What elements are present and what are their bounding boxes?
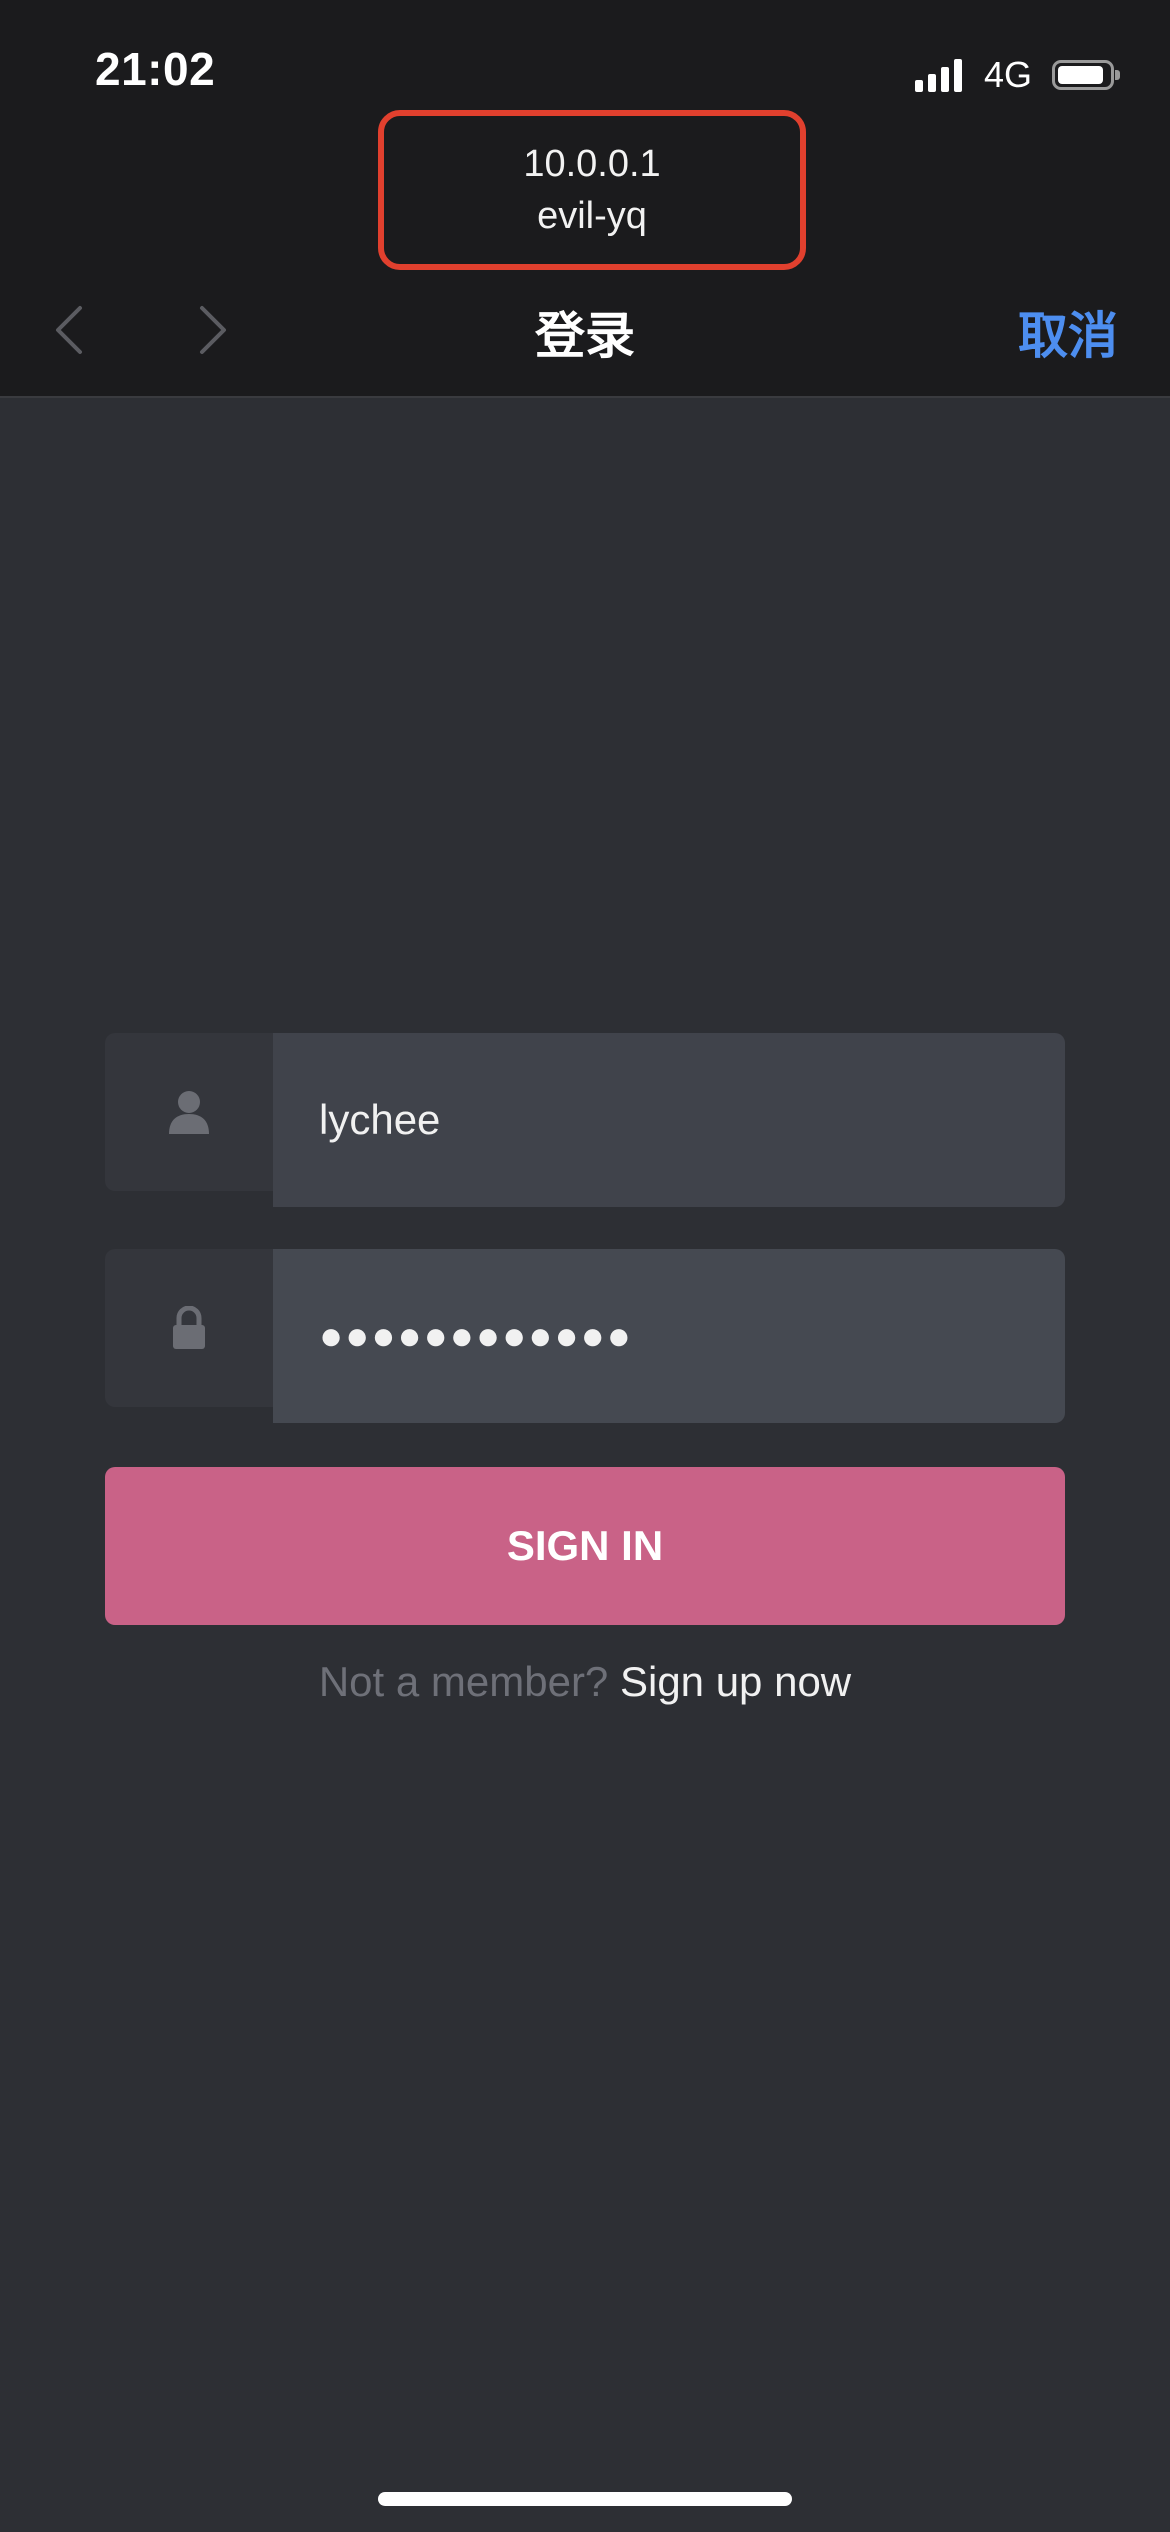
site-host: 10.0.0.1: [523, 143, 661, 185]
password-input[interactable]: ●●●●●●●●●●●●: [273, 1249, 1065, 1423]
username-value: lychee: [319, 1096, 441, 1143]
cancel-button[interactable]: 取消: [1018, 296, 1118, 368]
login-screen: 21:02 4G 10.0.0.1 evil-yq 登录 取消 lychee ●…: [0, 0, 1170, 2532]
network-type: 4G: [983, 54, 1032, 95]
site-name: evil-yq: [537, 195, 647, 237]
site-info-highlight: 10.0.0.1 evil-yq: [378, 110, 806, 270]
cellular-signal-icon: [914, 58, 962, 92]
sign-in-button[interactable]: SIGN IN: [105, 1467, 1065, 1625]
password-value: ●●●●●●●●●●●●: [319, 1313, 633, 1358]
status-time: 21:02: [95, 43, 216, 95]
signup-prompt: Not a member?: [318, 1658, 609, 1705]
battery-icon: [1052, 60, 1120, 90]
username-field[interactable]: lychee: [105, 1033, 1065, 1207]
browser-top-bar: 21:02 4G 10.0.0.1 evil-yq 登录 取消: [0, 0, 1170, 398]
signup-link[interactable]: Sign up now: [620, 1658, 851, 1705]
signup-line: Not a member? Sign up now: [0, 1658, 1170, 1706]
password-field[interactable]: ●●●●●●●●●●●●: [105, 1249, 1065, 1423]
status-indicators: 4G: [914, 54, 1120, 96]
username-input[interactable]: lychee: [273, 1033, 1065, 1207]
password-icon-cell: [105, 1249, 273, 1407]
page-title: 登录: [535, 307, 635, 365]
lock-icon: [173, 1306, 205, 1349]
user-icon: [169, 1091, 209, 1134]
home-indicator[interactable]: [378, 2492, 792, 2506]
username-icon-cell: [105, 1033, 273, 1191]
